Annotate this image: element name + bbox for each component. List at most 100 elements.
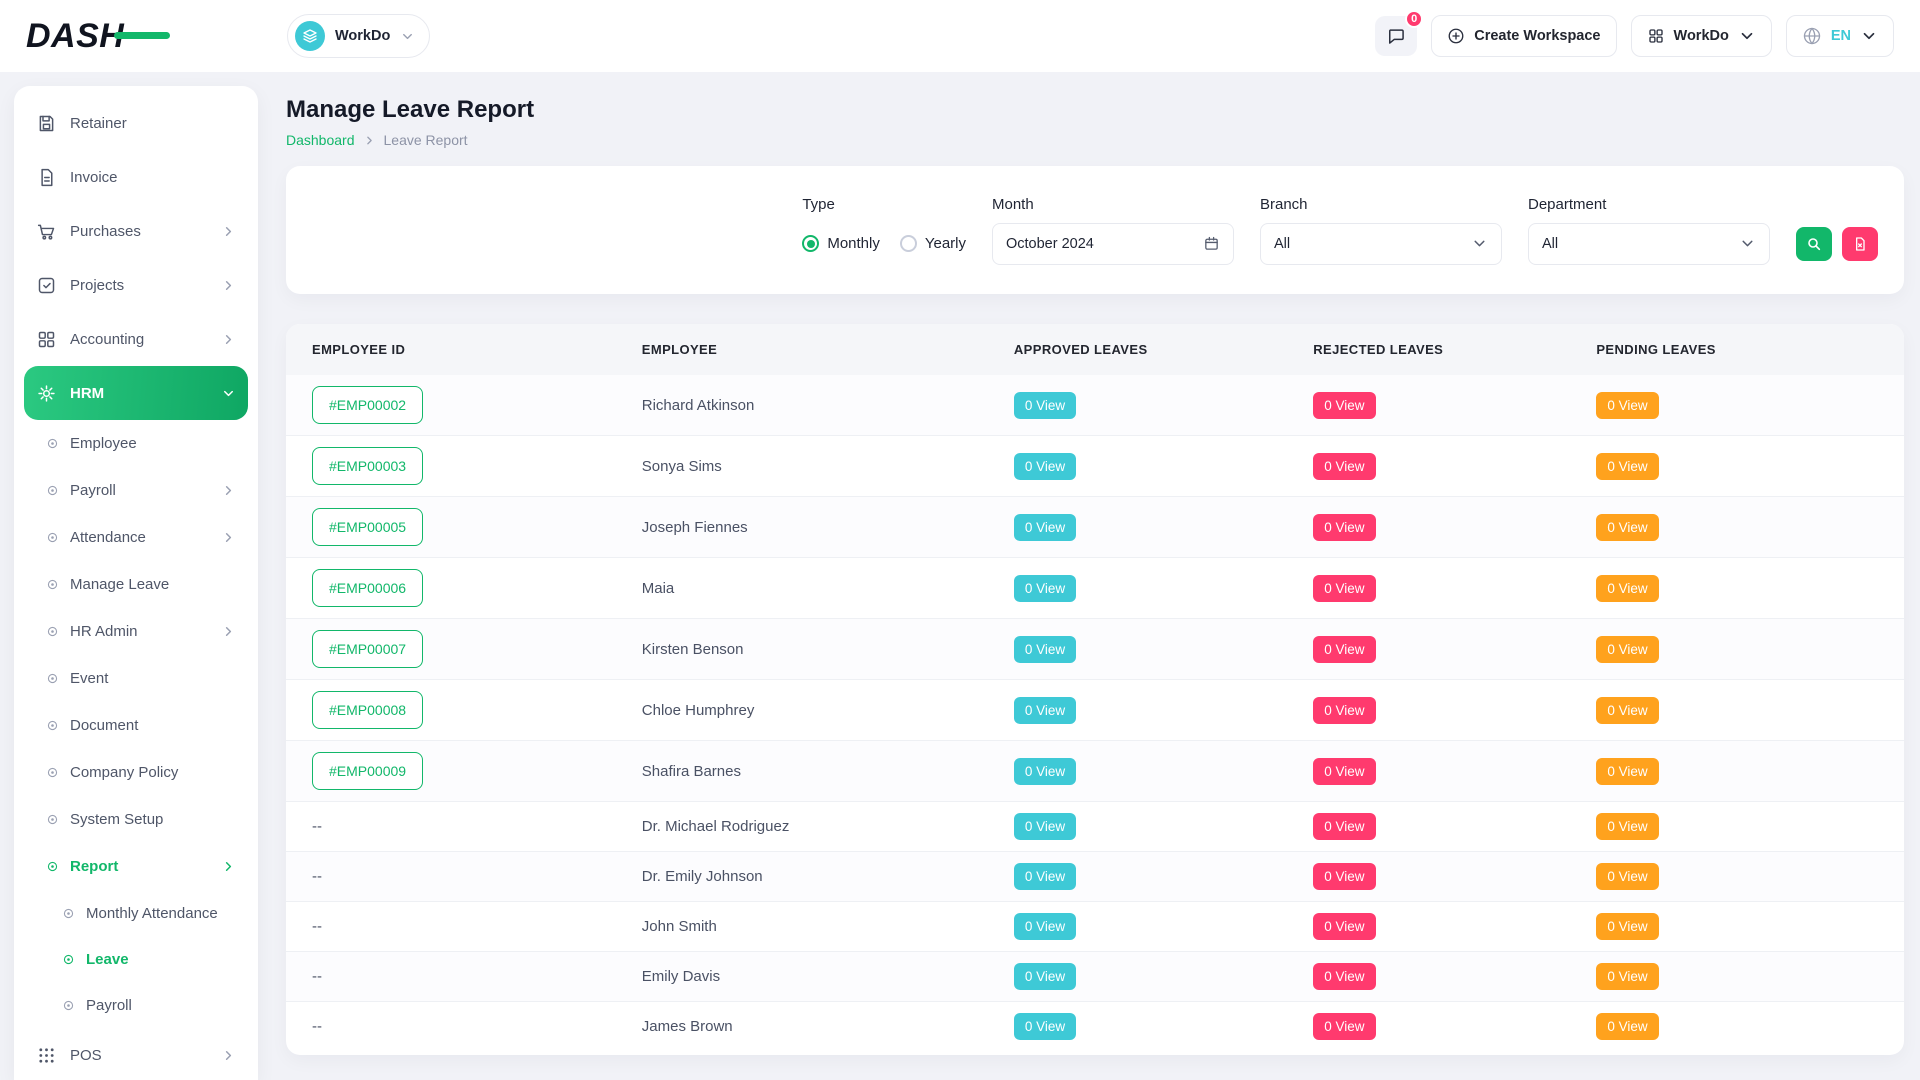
- sidebar-item-manage-leave[interactable]: Manage Leave: [24, 561, 248, 608]
- sidebar-item-attendance[interactable]: Attendance: [24, 514, 248, 561]
- pending-leaves-view-button[interactable]: 0 View: [1596, 636, 1658, 663]
- pending-leaves-view-button[interactable]: 0 View: [1596, 575, 1658, 602]
- approved-leaves-view-button[interactable]: 0 View: [1014, 963, 1076, 990]
- header-actions: 0 Create Workspace WorkDo EN: [1375, 15, 1894, 57]
- employee-id-button[interactable]: #EMP00007: [312, 630, 423, 668]
- approved-leaves-view-button[interactable]: 0 View: [1014, 813, 1076, 840]
- file-cross-icon: [1852, 236, 1868, 252]
- employee-id-button[interactable]: #EMP00002: [312, 386, 423, 424]
- approved-leaves-view-button[interactable]: 0 View: [1014, 697, 1076, 724]
- sidebar-item-payroll[interactable]: Payroll: [24, 467, 248, 514]
- employee-name: John Smith: [642, 918, 717, 935]
- pending-leaves-view-button[interactable]: 0 View: [1596, 514, 1658, 541]
- search-button[interactable]: [1796, 227, 1832, 261]
- employee-id-button[interactable]: #EMP00009: [312, 752, 423, 790]
- pending-leaves-view-button[interactable]: 0 View: [1596, 758, 1658, 785]
- employee-id-button[interactable]: #EMP00006: [312, 569, 423, 607]
- rejected-leaves-view-button[interactable]: 0 View: [1313, 453, 1375, 480]
- approved-leaves-view-button[interactable]: 0 View: [1014, 392, 1076, 419]
- employee-id-button[interactable]: #EMP00005: [312, 508, 423, 546]
- table-row: --James Brown0 View0 View0 View: [286, 1002, 1904, 1052]
- rejected-leaves-view-button[interactable]: 0 View: [1313, 813, 1375, 840]
- sidebar-item-pos[interactable]: POS: [24, 1028, 248, 1080]
- pending-leaves-view-button[interactable]: 0 View: [1596, 1013, 1658, 1040]
- reset-filter-button[interactable]: [1842, 227, 1878, 261]
- sidebar-item-document[interactable]: Document: [24, 702, 248, 749]
- sidebar-item-hrm[interactable]: HRM: [24, 366, 248, 420]
- approved-leaves-view-button[interactable]: 0 View: [1014, 1013, 1076, 1040]
- invoice-icon: [36, 167, 57, 188]
- table-header-row: Employee IDEmployeeApproved LeavesReject…: [286, 324, 1904, 375]
- pending-leaves-view-button[interactable]: 0 View: [1596, 697, 1658, 724]
- sidebar-item-label: Company Policy: [70, 764, 236, 781]
- employee-id-text: --: [312, 968, 322, 985]
- logo-dash-accent: [114, 32, 170, 39]
- rejected-leaves-view-button[interactable]: 0 View: [1313, 863, 1375, 890]
- create-workspace-button[interactable]: Create Workspace: [1431, 15, 1616, 57]
- approved-leaves-view-button[interactable]: 0 View: [1014, 575, 1076, 602]
- approved-leaves-view-button[interactable]: 0 View: [1014, 863, 1076, 890]
- table-body: #EMP00002Richard Atkinson0 View0 View0 V…: [286, 375, 1904, 1051]
- rejected-leaves-view-button[interactable]: 0 View: [1313, 575, 1375, 602]
- employee-id-button[interactable]: #EMP00003: [312, 447, 423, 485]
- approved-leaves-view-button[interactable]: 0 View: [1014, 913, 1076, 940]
- rejected-leaves-view-button[interactable]: 0 View: [1313, 392, 1375, 419]
- sidebar-item-label: POS: [70, 1047, 208, 1064]
- type-radio-yearly[interactable]: Yearly: [900, 235, 966, 252]
- sidebar-item-invoice[interactable]: Invoice: [24, 150, 248, 204]
- sidebar-item-report[interactable]: Report: [24, 843, 248, 890]
- approved-leaves-view-button[interactable]: 0 View: [1014, 514, 1076, 541]
- app-logo[interactable]: DASH: [26, 17, 191, 56]
- sidebar-item-leave[interactable]: Leave: [24, 936, 248, 982]
- pending-leaves-view-button[interactable]: 0 View: [1596, 453, 1658, 480]
- approved-leaves-view-button[interactable]: 0 View: [1014, 758, 1076, 785]
- approved-leaves-view-button[interactable]: 0 View: [1014, 636, 1076, 663]
- sidebar-item-hr-admin[interactable]: HR Admin: [24, 608, 248, 655]
- bullet-icon: [46, 672, 59, 685]
- globe-icon: [1802, 26, 1822, 46]
- sidebar-item-retainer[interactable]: Retainer: [24, 96, 248, 150]
- sidebar-item-label: Event: [70, 670, 236, 687]
- rejected-leaves-view-button[interactable]: 0 View: [1313, 636, 1375, 663]
- rejected-leaves-view-button[interactable]: 0 View: [1313, 913, 1375, 940]
- type-radio-monthly[interactable]: Monthly: [802, 235, 880, 252]
- sidebar-item-employee[interactable]: Employee: [24, 420, 248, 467]
- app-switcher-button[interactable]: WorkDo: [1631, 15, 1772, 57]
- rejected-leaves-view-button[interactable]: 0 View: [1313, 1013, 1375, 1040]
- language-selector[interactable]: EN: [1786, 15, 1894, 57]
- pending-leaves-view-button[interactable]: 0 View: [1596, 913, 1658, 940]
- rejected-leaves-view-button[interactable]: 0 View: [1313, 514, 1375, 541]
- sidebar-item-monthly-attendance[interactable]: Monthly Attendance: [24, 890, 248, 936]
- messages-badge: 0: [1405, 10, 1423, 28]
- sidebar-item-payroll[interactable]: Payroll: [24, 982, 248, 1028]
- approved-leaves-view-button[interactable]: 0 View: [1014, 453, 1076, 480]
- sidebar-item-purchases[interactable]: Purchases: [24, 204, 248, 258]
- breadcrumb-dashboard-link[interactable]: Dashboard: [286, 132, 355, 148]
- sidebar-item-event[interactable]: Event: [24, 655, 248, 702]
- employee-id-button[interactable]: #EMP00008: [312, 691, 423, 729]
- branch-select[interactable]: All: [1260, 223, 1502, 265]
- chevron-right-icon: [221, 483, 236, 498]
- pending-leaves-view-button[interactable]: 0 View: [1596, 963, 1658, 990]
- rejected-leaves-view-button[interactable]: 0 View: [1313, 697, 1375, 724]
- sidebar-item-accounting[interactable]: Accounting: [24, 312, 248, 366]
- employee-name: James Brown: [642, 1018, 733, 1035]
- messages-button[interactable]: 0: [1375, 16, 1417, 56]
- workspace-selector[interactable]: WorkDo: [287, 14, 430, 58]
- chevron-down-icon: [1860, 27, 1878, 45]
- chevron-right-icon: [221, 332, 236, 347]
- sidebar-item-projects[interactable]: Projects: [24, 258, 248, 312]
- month-input[interactable]: October 2024: [992, 223, 1234, 265]
- pending-leaves-view-button[interactable]: 0 View: [1596, 863, 1658, 890]
- sidebar-item-system-setup[interactable]: System Setup: [24, 796, 248, 843]
- rejected-leaves-view-button[interactable]: 0 View: [1313, 963, 1375, 990]
- sidebar-item-label: Accounting: [70, 331, 208, 348]
- rejected-leaves-view-button[interactable]: 0 View: [1313, 758, 1375, 785]
- sidebar-item-company-policy[interactable]: Company Policy: [24, 749, 248, 796]
- employee-name: Chloe Humphrey: [642, 702, 755, 719]
- pending-leaves-view-button[interactable]: 0 View: [1596, 392, 1658, 419]
- pending-leaves-view-button[interactable]: 0 View: [1596, 813, 1658, 840]
- bullet-icon: [46, 625, 59, 638]
- sidebar-item-label: Manage Leave: [70, 576, 236, 593]
- department-select[interactable]: All: [1528, 223, 1770, 265]
